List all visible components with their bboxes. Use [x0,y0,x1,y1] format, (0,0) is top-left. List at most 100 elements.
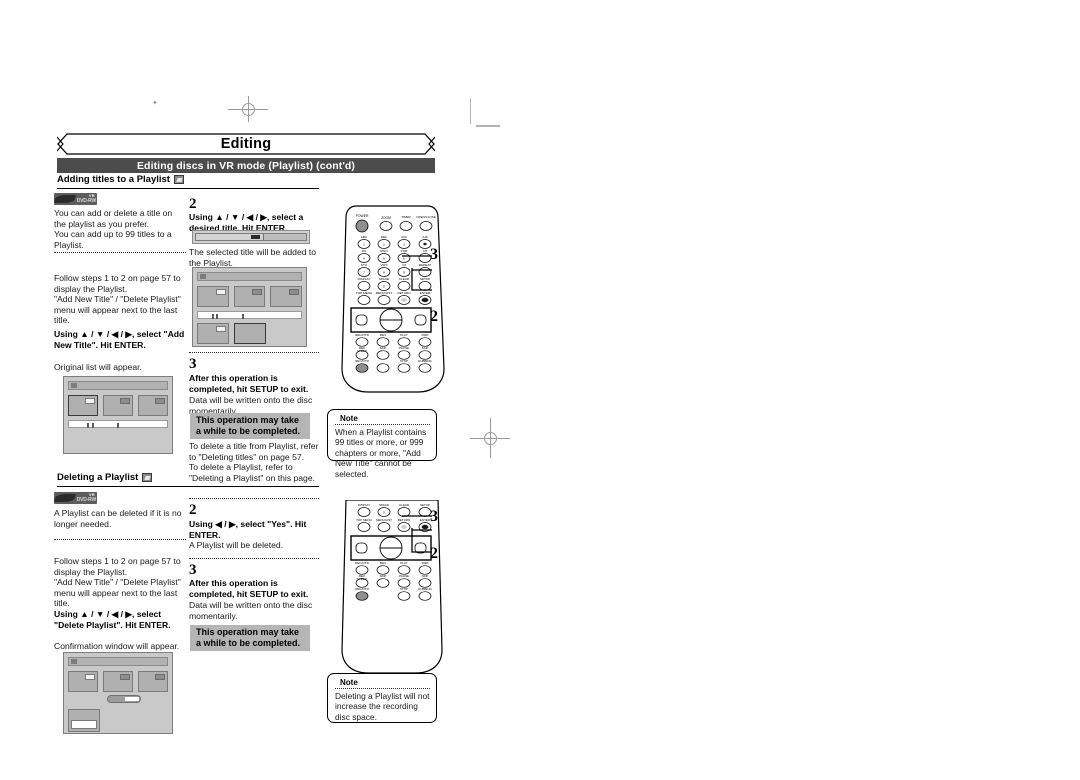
adding-intro-text: You can add or delete a title on the pla… [54,208,173,250]
remote-callout-3-deleting: 3 [430,508,438,525]
remote-callout-3-adding: 3 [430,246,438,263]
svg-text:CLEAR: CLEAR [399,503,410,507]
svg-text:TOP MENU: TOP MENU [356,518,372,522]
svg-text:8: 8 [383,271,385,275]
osd-title-select-bar [192,230,310,244]
svg-text:FWD: FWD [422,333,430,337]
svg-text:SKIP: SKIP [422,346,429,350]
deleting-step1-result: Confirmation window will appear. [54,641,180,651]
vr-mode-logo-adding: VR DVD-RW [54,193,97,205]
svg-text:REC/OTR: REC/OTR [355,333,369,337]
crop-tick-vertical [470,98,471,124]
svg-text:STOP: STOP [400,359,408,363]
svg-text:OPEN/CLOSE: OPEN/CLOSE [416,215,436,219]
thumb-tag-icon [85,398,95,404]
deleting-step2-instruction: Using ◀ / ▶, select "Yes". Hit ENTER. [189,519,307,540]
thumb-tag-icon [155,674,165,680]
dvd-rw-disc-icon [142,473,153,482]
note-box-deleting: Note Deleting a Playlist will not increa… [327,673,437,723]
adding-step3-warning-box: This operation may take a while to be co… [190,413,310,439]
svg-text:SPEED: SPEED [357,349,368,353]
osd-thumbnail-selected [68,395,98,416]
divider-deleting-step3 [189,558,319,559]
osd-delete-playlist-label [71,720,97,729]
svg-text:5: 5 [383,257,385,261]
svg-text:DEF: DEF [381,235,387,239]
svg-text:A-B: A-B [422,235,427,239]
osd-info-strip [68,420,168,428]
svg-text:SPACE: SPACE [379,277,389,281]
osd-info-strip [197,311,302,319]
vr-logo-bottom-label: DVD-RW [76,198,96,204]
svg-text:7: 7 [363,271,365,275]
svg-text:REV: REV [380,333,386,337]
osd-thumbnail [68,671,98,692]
deleting-intro-text: A Playlist can be deleted if it is no lo… [54,508,182,529]
svg-text:DISPLAY: DISPLAY [358,277,371,281]
svg-text:JKL: JKL [361,249,367,253]
disc-icon [71,659,77,664]
svg-text:SKIP: SKIP [422,574,429,578]
adding-step2-result: The selected title will be added to the … [189,247,317,268]
disc-icon [200,274,206,279]
note-body-adding: When a Playlist contains 99 titles or mo… [335,427,427,479]
osd-thumbnail-row [68,671,168,692]
page-title: Editing [220,136,272,152]
vr-logo-bottom-label: DVD-RW [76,497,96,503]
thumb-tag-icon [155,398,165,404]
svg-text:ZOOM: ZOOM [381,216,391,220]
thumb-tag-icon [252,289,263,295]
divider-deleting-step2 [189,498,319,499]
svg-text:STOP: STOP [400,587,408,591]
osd-title-bar [197,272,302,281]
osd-playlist-screen [192,267,307,347]
remote-callout-2-deleting: 2 [430,545,438,562]
note-divider [335,688,430,689]
thumb-tag-icon [120,674,130,680]
svg-text:REC/OTR: REC/OTR [355,561,369,565]
svg-text:VWX: VWX [380,263,387,267]
osd-thumbnail-row [197,286,303,307]
deleting-step1-body: Follow steps 1 to 2 on page 57 to displa… [54,556,181,609]
osd-thumbnail-row-2 [197,323,302,344]
adding-step3-tail-text: To delete a title from Playlist, refer t… [189,441,319,483]
remote-callout-2-adding: 2 [430,308,438,325]
print-mark-glyph: ✦ [152,100,158,107]
crop-tick-horizontal [476,125,500,127]
osd-thumbnail-row [68,395,168,416]
divider-adding-intro [54,252,186,253]
deleting-heading-label: Deleting a Playlist [57,472,139,483]
osd-thumbnail-delete-playlist [68,709,100,732]
adding-step1-instruction: Using ▲ / ▼ / ◀ / ▶, select "Add New Tit… [54,329,185,350]
note-title-deleting: Note [340,678,358,687]
svg-text:TOP MENU: TOP MENU [356,291,372,295]
deleting-step3-number: 3 [189,562,197,578]
osd-thumbnail [138,671,168,692]
svg-text:SETUP: SETUP [420,503,430,507]
osd-yes-no-confirm-bar[interactable] [107,695,141,703]
svg-text:REC/OTR: REC/OTR [355,587,369,591]
svg-text:4: 4 [363,257,365,261]
dvd-rw-disc-icon [173,175,184,184]
svg-text:ABC: ABC [361,235,368,239]
svg-text:TIMER: TIMER [401,215,411,219]
deleting-step3-result: Data will be written onto the disc momen… [189,600,313,621]
osd-title-bar [68,657,168,666]
thumb-tag-icon [216,326,226,332]
deleting-step2-number: 2 [189,502,197,518]
thumb-tag-icon [289,289,300,295]
svg-text:PAUSE: PAUSE [399,346,409,350]
adding-step3-number: 3 [189,356,197,372]
svg-text:PLAY: PLAY [400,333,407,337]
section-heading-adding: Adding titles to a Playlist [57,174,184,185]
adding-step3-instruction: After this operation is completed, hit S… [189,373,309,394]
deleting-step3-instruction: After this operation is completed, hit S… [189,578,309,599]
manual-page: ✦ Editing Editing discs in VR mode (Play… [0,0,1080,780]
svg-text:REV: REV [380,561,386,565]
osd-confirmation-screen [63,652,173,734]
svg-text:0: 0 [383,285,385,289]
svg-text:SPACE: SPACE [379,503,389,507]
svg-text:MENU/LIST: MENU/LIST [376,291,393,295]
section-rule-deleting [57,486,319,487]
svg-text:DUBBING: DUBBING [418,359,432,363]
